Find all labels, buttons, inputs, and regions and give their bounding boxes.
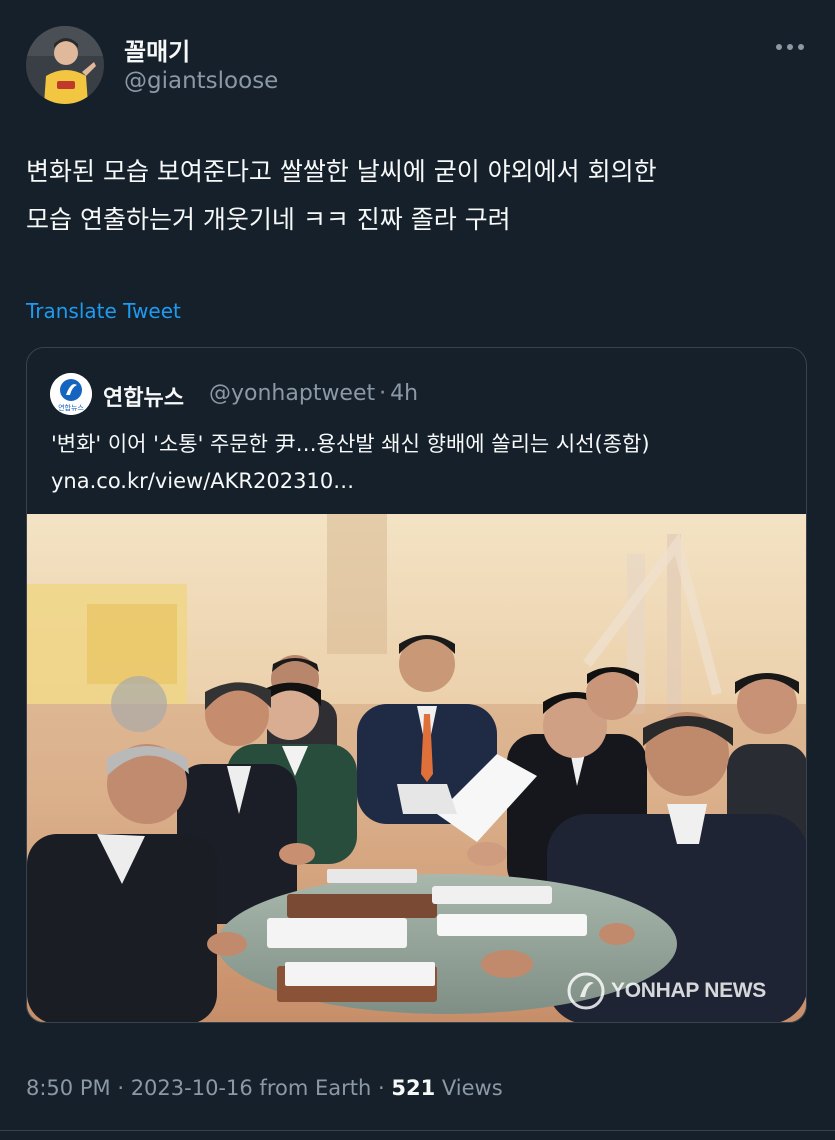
tweet-text-line: 변화된 모습 보여준다고 쌀쌀한 날씨에 굳이 야외에서 회의한 — [26, 157, 657, 186]
meta-separator: · — [377, 1076, 385, 1100]
views-count: 521 — [391, 1076, 436, 1100]
user-avatar-icon — [26, 26, 104, 104]
tweet-text-line: 모습 연출하는거 개웃기네 ㅋㅋ 진짜 졸라 구려 — [26, 205, 511, 234]
tweet-time[interactable]: 8:50 PM — [26, 1076, 111, 1100]
yonhap-logo-text: 연합뉴스 — [58, 403, 84, 412]
quoted-tweet-card[interactable]: 연합뉴스 연합뉴스 @yonhaptweet · 4h '변화' 이어 '소통' 주… — [26, 347, 807, 1023]
quoted-author-meta[interactable]: @yonhaptweet · 4h — [209, 381, 418, 406]
more-options-button[interactable] — [772, 34, 808, 60]
yonhap-watermark-text: YONHAP NEWS — [611, 979, 766, 1002]
tweet-text: 변화된 모습 보여준다고 쌀쌀한 날씨에 굳이 야외에서 회의한 모습 연출하는… — [26, 148, 816, 244]
yonhap-watermark-icon — [567, 972, 605, 1010]
author-display-name[interactable]: 꼴매기 — [124, 32, 190, 67]
meta-separator: · — [379, 381, 387, 406]
tweet-date[interactable]: 2023-10-16 — [131, 1076, 253, 1100]
author-handle[interactable]: @giantsloose — [124, 68, 278, 94]
quoted-headline: '변화' 이어 '소통' 주문한 尹…용산발 쇄신 향배에 쏠리는 시선(종합) — [51, 432, 650, 456]
yonhap-logo-icon: 연합뉴스 — [50, 373, 92, 415]
translate-tweet-link[interactable]: Translate Tweet — [26, 299, 181, 323]
tweet-source: from Earth — [259, 1076, 372, 1100]
tweet-meta: 8:50 PM · 2023-10-16 from Earth · 521 Vi… — [26, 1076, 503, 1100]
author-avatar[interactable] — [26, 26, 104, 104]
quoted-link[interactable]: yna.co.kr/view/AKR202310… — [51, 463, 791, 500]
meeting-photo — [27, 514, 806, 1022]
views-label: Views — [441, 1076, 503, 1100]
quoted-author-name[interactable]: 연합뉴스 — [103, 380, 184, 412]
quoted-author-handle: @yonhaptweet — [209, 381, 376, 406]
quoted-timestamp: 4h — [390, 381, 419, 406]
meta-separator: · — [117, 1076, 124, 1100]
divider — [0, 1130, 835, 1131]
more-horizontal-icon — [776, 44, 804, 50]
quoted-news-photo[interactable]: YONHAP NEWS — [27, 514, 806, 1022]
yonhap-watermark: YONHAP NEWS — [567, 972, 766, 1010]
quoted-tweet-text: '변화' 이어 '소통' 주문한 尹…용산발 쇄신 향배에 쏠리는 시선(종합)… — [51, 426, 791, 500]
